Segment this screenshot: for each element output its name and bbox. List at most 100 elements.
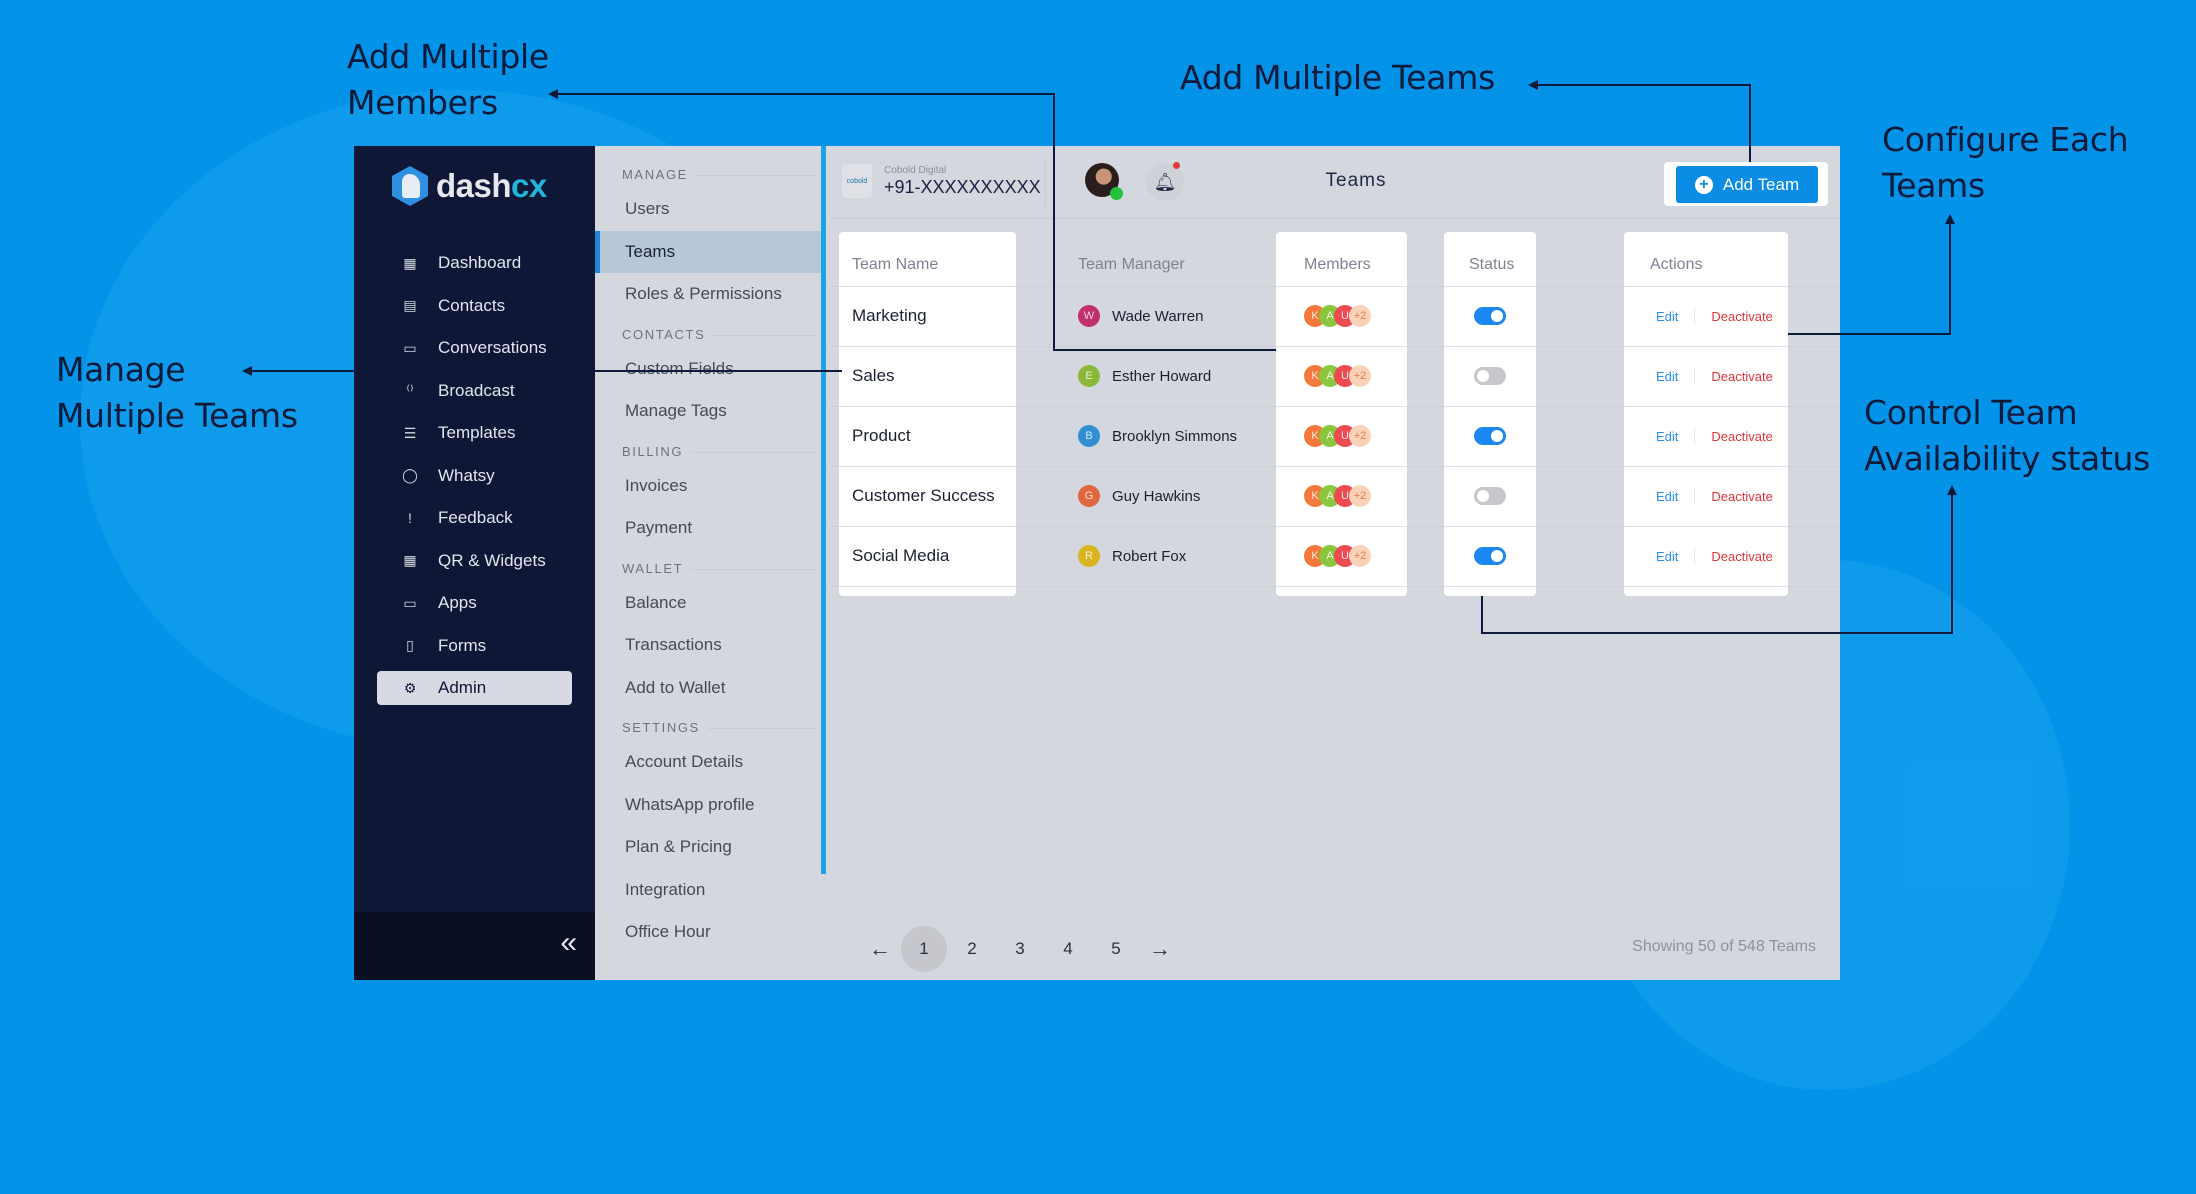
- sidebar-item-broadcast[interactable]: ⁽⁾ Broadcast: [354, 370, 595, 413]
- app-window: dashcx ▦ Dashboard ▤ Contacts ▭ Conversations…: [354, 146, 1840, 980]
- admin-submenu: MANAGE Users Teams Roles & Permissions CONTA…: [595, 146, 826, 980]
- deactivate-link[interactable]: Deactivate: [1711, 309, 1772, 324]
- page-1[interactable]: 1: [901, 926, 947, 972]
- member-avatar[interactable]: +2: [1349, 305, 1371, 327]
- section-title: WALLET: [622, 560, 684, 576]
- sidebar-item-contacts[interactable]: ▤ Contacts: [354, 285, 595, 328]
- submenu-item-transactions[interactable]: Transactions: [595, 624, 826, 667]
- sidebar-item-forms[interactable]: ▯ Forms: [354, 625, 595, 668]
- page-3[interactable]: 3: [997, 926, 1043, 972]
- next-page-arrow-icon[interactable]: →: [1140, 936, 1180, 962]
- edit-link[interactable]: Edit: [1656, 489, 1678, 504]
- member-avatar[interactable]: +2: [1349, 545, 1371, 567]
- sidebar-item-label: Templates: [438, 423, 516, 443]
- section-title: BILLING: [622, 443, 684, 459]
- column-header-team-manager[interactable]: Team Manager: [1078, 256, 1185, 274]
- collapse-sidebar-button[interactable]: «: [354, 912, 595, 980]
- action-separator: [1694, 368, 1696, 384]
- status-toggle[interactable]: [1474, 427, 1506, 445]
- annotation-control: Control Team Availability status: [1864, 390, 2150, 482]
- submenu-item-users[interactable]: Users: [595, 188, 826, 231]
- status-toggle[interactable]: [1474, 367, 1506, 385]
- deactivate-link[interactable]: Deactivate: [1711, 429, 1772, 444]
- column-header-team-name[interactable]: Team Name: [852, 256, 938, 274]
- members-stack[interactable]: K A U +2: [1304, 296, 1371, 336]
- clipboard-icon: ▯: [406, 637, 414, 654]
- action-separator: [1694, 428, 1696, 444]
- apps-icon: ▭: [403, 594, 417, 611]
- sidebar-item-templates[interactable]: ☰ Templates: [354, 412, 595, 455]
- page-4[interactable]: 4: [1045, 926, 1091, 972]
- status-toggle[interactable]: [1474, 547, 1506, 565]
- page-numbers: 12345: [900, 926, 1140, 972]
- annotation-add-teams: Add Multiple Teams: [1180, 58, 1495, 97]
- manager-avatar: W: [1078, 305, 1100, 327]
- qr-icon: ▦: [403, 552, 417, 569]
- sidebar-nav: ▦ Dashboard ▤ Contacts ▭ Conversations ⁽⁾ Broad…: [354, 242, 595, 705]
- submenu-item-office-hour[interactable]: Office Hour: [595, 911, 826, 954]
- submenu-scrollbar[interactable]: [821, 146, 826, 874]
- annotation-line: Manage: [56, 350, 186, 389]
- feedback-icon: !: [408, 510, 412, 527]
- deactivate-link[interactable]: Deactivate: [1711, 549, 1772, 564]
- manager-avatar: R: [1078, 545, 1100, 567]
- team-manager: W Wade Warren: [1078, 296, 1203, 336]
- prev-page-arrow-icon[interactable]: ←: [860, 936, 900, 962]
- members-stack[interactable]: K A U +2: [1304, 416, 1371, 456]
- sidebar-item-whatsy[interactable]: ◯ Whatsy: [354, 455, 595, 498]
- bot-icon: ◯: [402, 467, 418, 484]
- edit-link[interactable]: Edit: [1656, 429, 1678, 444]
- submenu-item-add-to-wallet[interactable]: Add to Wallet: [595, 667, 826, 710]
- submenu-item-teams[interactable]: Teams: [595, 230, 826, 273]
- submenu-item-manage-tags[interactable]: Manage Tags: [595, 390, 826, 433]
- page-5[interactable]: 5: [1093, 926, 1139, 972]
- submenu-item-custom-fields[interactable]: Custom Fields: [595, 348, 826, 391]
- deactivate-link[interactable]: Deactivate: [1711, 369, 1772, 384]
- members-stack[interactable]: K A U +2: [1304, 536, 1371, 576]
- sidebar-item-conversations[interactable]: ▭ Conversations: [354, 327, 595, 370]
- submenu-list: MANAGE Users Teams Roles & Permissions CONTA…: [595, 146, 826, 954]
- sidebar-item-admin[interactable]: ⚙ Admin: [377, 671, 572, 705]
- team-name: Social Media: [852, 546, 950, 565]
- row-divider: [830, 406, 1840, 407]
- brand-logo[interactable]: dashcx: [392, 166, 547, 206]
- members-stack[interactable]: K A U +2: [1304, 476, 1371, 516]
- annotation-line: Multiple Teams: [56, 396, 298, 435]
- column-header-members[interactable]: Members: [1304, 256, 1371, 274]
- sidebar-item-feedback[interactable]: ! Feedback: [354, 497, 595, 540]
- page-2[interactable]: 2: [949, 926, 995, 972]
- sidebar-item-label: Dashboard: [438, 253, 522, 273]
- gear-icon: ⚙: [403, 679, 417, 696]
- column-header-status[interactable]: Status: [1469, 256, 1514, 274]
- status-cell: [1474, 476, 1506, 516]
- submenu-item-roles-permissions[interactable]: Roles & Permissions: [595, 273, 826, 316]
- deactivate-link[interactable]: Deactivate: [1711, 489, 1772, 504]
- grid-icon: ▦: [403, 254, 417, 271]
- edit-link[interactable]: Edit: [1656, 309, 1678, 324]
- submenu-section-manage: MANAGE: [595, 156, 826, 188]
- manager-avatar: E: [1078, 365, 1100, 387]
- member-avatar[interactable]: +2: [1349, 425, 1371, 447]
- manager-name: Esther Howard: [1112, 367, 1212, 385]
- member-avatar[interactable]: +2: [1349, 365, 1371, 387]
- submenu-item-payment[interactable]: Payment: [595, 507, 826, 550]
- members-stack[interactable]: K A U +2: [1304, 356, 1371, 396]
- sidebar-item-dashboard[interactable]: ▦ Dashboard: [354, 242, 595, 285]
- edit-link[interactable]: Edit: [1656, 369, 1678, 384]
- member-avatar[interactable]: +2: [1349, 485, 1371, 507]
- sidebar-item-apps[interactable]: ▭ Apps: [354, 582, 595, 625]
- team-name: Sales: [852, 366, 895, 385]
- submenu-item-whatsapp-profile[interactable]: WhatsApp profile: [595, 784, 826, 827]
- column-header-actions[interactable]: Actions: [1650, 256, 1702, 274]
- submenu-item-account-details[interactable]: Account Details: [595, 741, 826, 784]
- status-toggle[interactable]: [1474, 487, 1506, 505]
- submenu-item-integration[interactable]: Integration: [595, 869, 826, 912]
- submenu-item-balance[interactable]: Balance: [595, 582, 826, 625]
- status-toggle[interactable]: [1474, 307, 1506, 325]
- submenu-item-plan-pricing[interactable]: Plan & Pricing: [595, 826, 826, 869]
- double-chevron-left-icon[interactable]: «: [560, 928, 577, 958]
- edit-link[interactable]: Edit: [1656, 549, 1678, 564]
- sidebar-item-qr-widgets[interactable]: ▦ QR & Widgets: [354, 540, 595, 583]
- actions-cell: Edit Deactivate: [1656, 356, 1773, 396]
- submenu-item-invoices[interactable]: Invoices: [595, 465, 826, 508]
